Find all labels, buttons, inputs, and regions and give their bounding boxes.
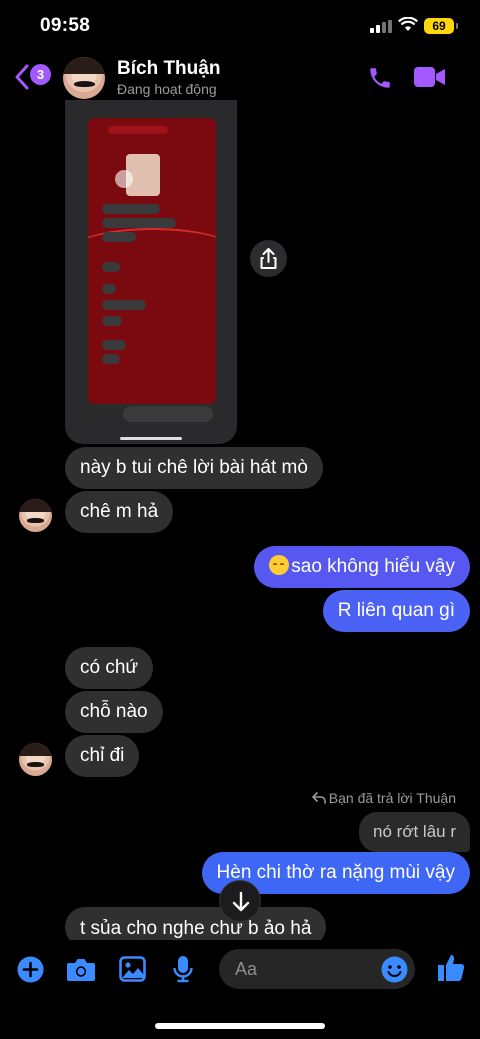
messenger-chat-screen: 09:58 69 3 Bích Thuận Đang hoạt động này…	[0, 0, 480, 1039]
screenshot-content	[88, 118, 216, 404]
chevron-left-icon	[15, 64, 29, 90]
camera-button[interactable]	[66, 957, 96, 982]
back-button[interactable]: 3	[14, 62, 54, 92]
relieved-face-emoji	[269, 555, 290, 575]
home-indicator	[155, 1023, 325, 1029]
battery-indicator: 69	[424, 18, 458, 34]
share-button[interactable]	[250, 240, 287, 277]
contact-avatar[interactable]	[63, 57, 105, 99]
phone-call-button[interactable]	[367, 65, 393, 91]
quoted-message[interactable]: nó rớt lâu r	[359, 812, 470, 852]
arrow-down-icon	[232, 891, 250, 912]
sender-avatar[interactable]	[19, 499, 52, 532]
message-input-box[interactable]	[219, 949, 415, 989]
outgoing-message[interactable]: R liên quan gì	[322, 590, 470, 632]
shared-screenshot-image[interactable]	[65, 100, 237, 444]
contact-name[interactable]: Bích Thuận	[117, 58, 220, 80]
plus-button[interactable]	[17, 956, 44, 983]
scroll-to-bottom-button[interactable]	[219, 880, 261, 922]
outgoing-message-text: sao không hiểu vậy	[291, 556, 455, 577]
presence-status: Đang hoạt động	[117, 81, 217, 97]
reply-indicator: Bạn đã trả lời Thuận	[311, 790, 456, 806]
chat-header: 3 Bích Thuận Đang hoạt động	[0, 52, 480, 102]
cellular-signal-icon	[370, 20, 392, 33]
incoming-message[interactable]: chỗ nào	[65, 691, 163, 733]
unread-badge: 3	[30, 64, 51, 85]
emoji-button[interactable]	[381, 956, 408, 983]
microphone-button[interactable]	[172, 955, 194, 983]
status-bar: 09:58 69	[0, 0, 480, 52]
message-input[interactable]	[235, 949, 385, 989]
incoming-message[interactable]: chỉ đi	[65, 735, 140, 777]
gallery-button[interactable]	[119, 956, 146, 982]
incoming-message[interactable]: chê m hả	[65, 491, 174, 533]
video-call-button[interactable]	[414, 66, 446, 88]
reply-note-text: Bạn đã trả lời Thuận	[328, 790, 456, 806]
clock: 09:58	[40, 15, 91, 36]
reply-arrow-icon	[311, 792, 326, 804]
sender-avatar[interactable]	[19, 743, 52, 776]
incoming-message[interactable]: có chứ	[65, 647, 154, 689]
incoming-message[interactable]: này b tui chê lời bài hát mò	[65, 447, 323, 489]
like-button[interactable]	[437, 953, 465, 982]
outgoing-message[interactable]: sao không hiểu vậy	[254, 546, 470, 588]
wifi-icon	[398, 17, 418, 31]
share-icon	[260, 248, 277, 269]
